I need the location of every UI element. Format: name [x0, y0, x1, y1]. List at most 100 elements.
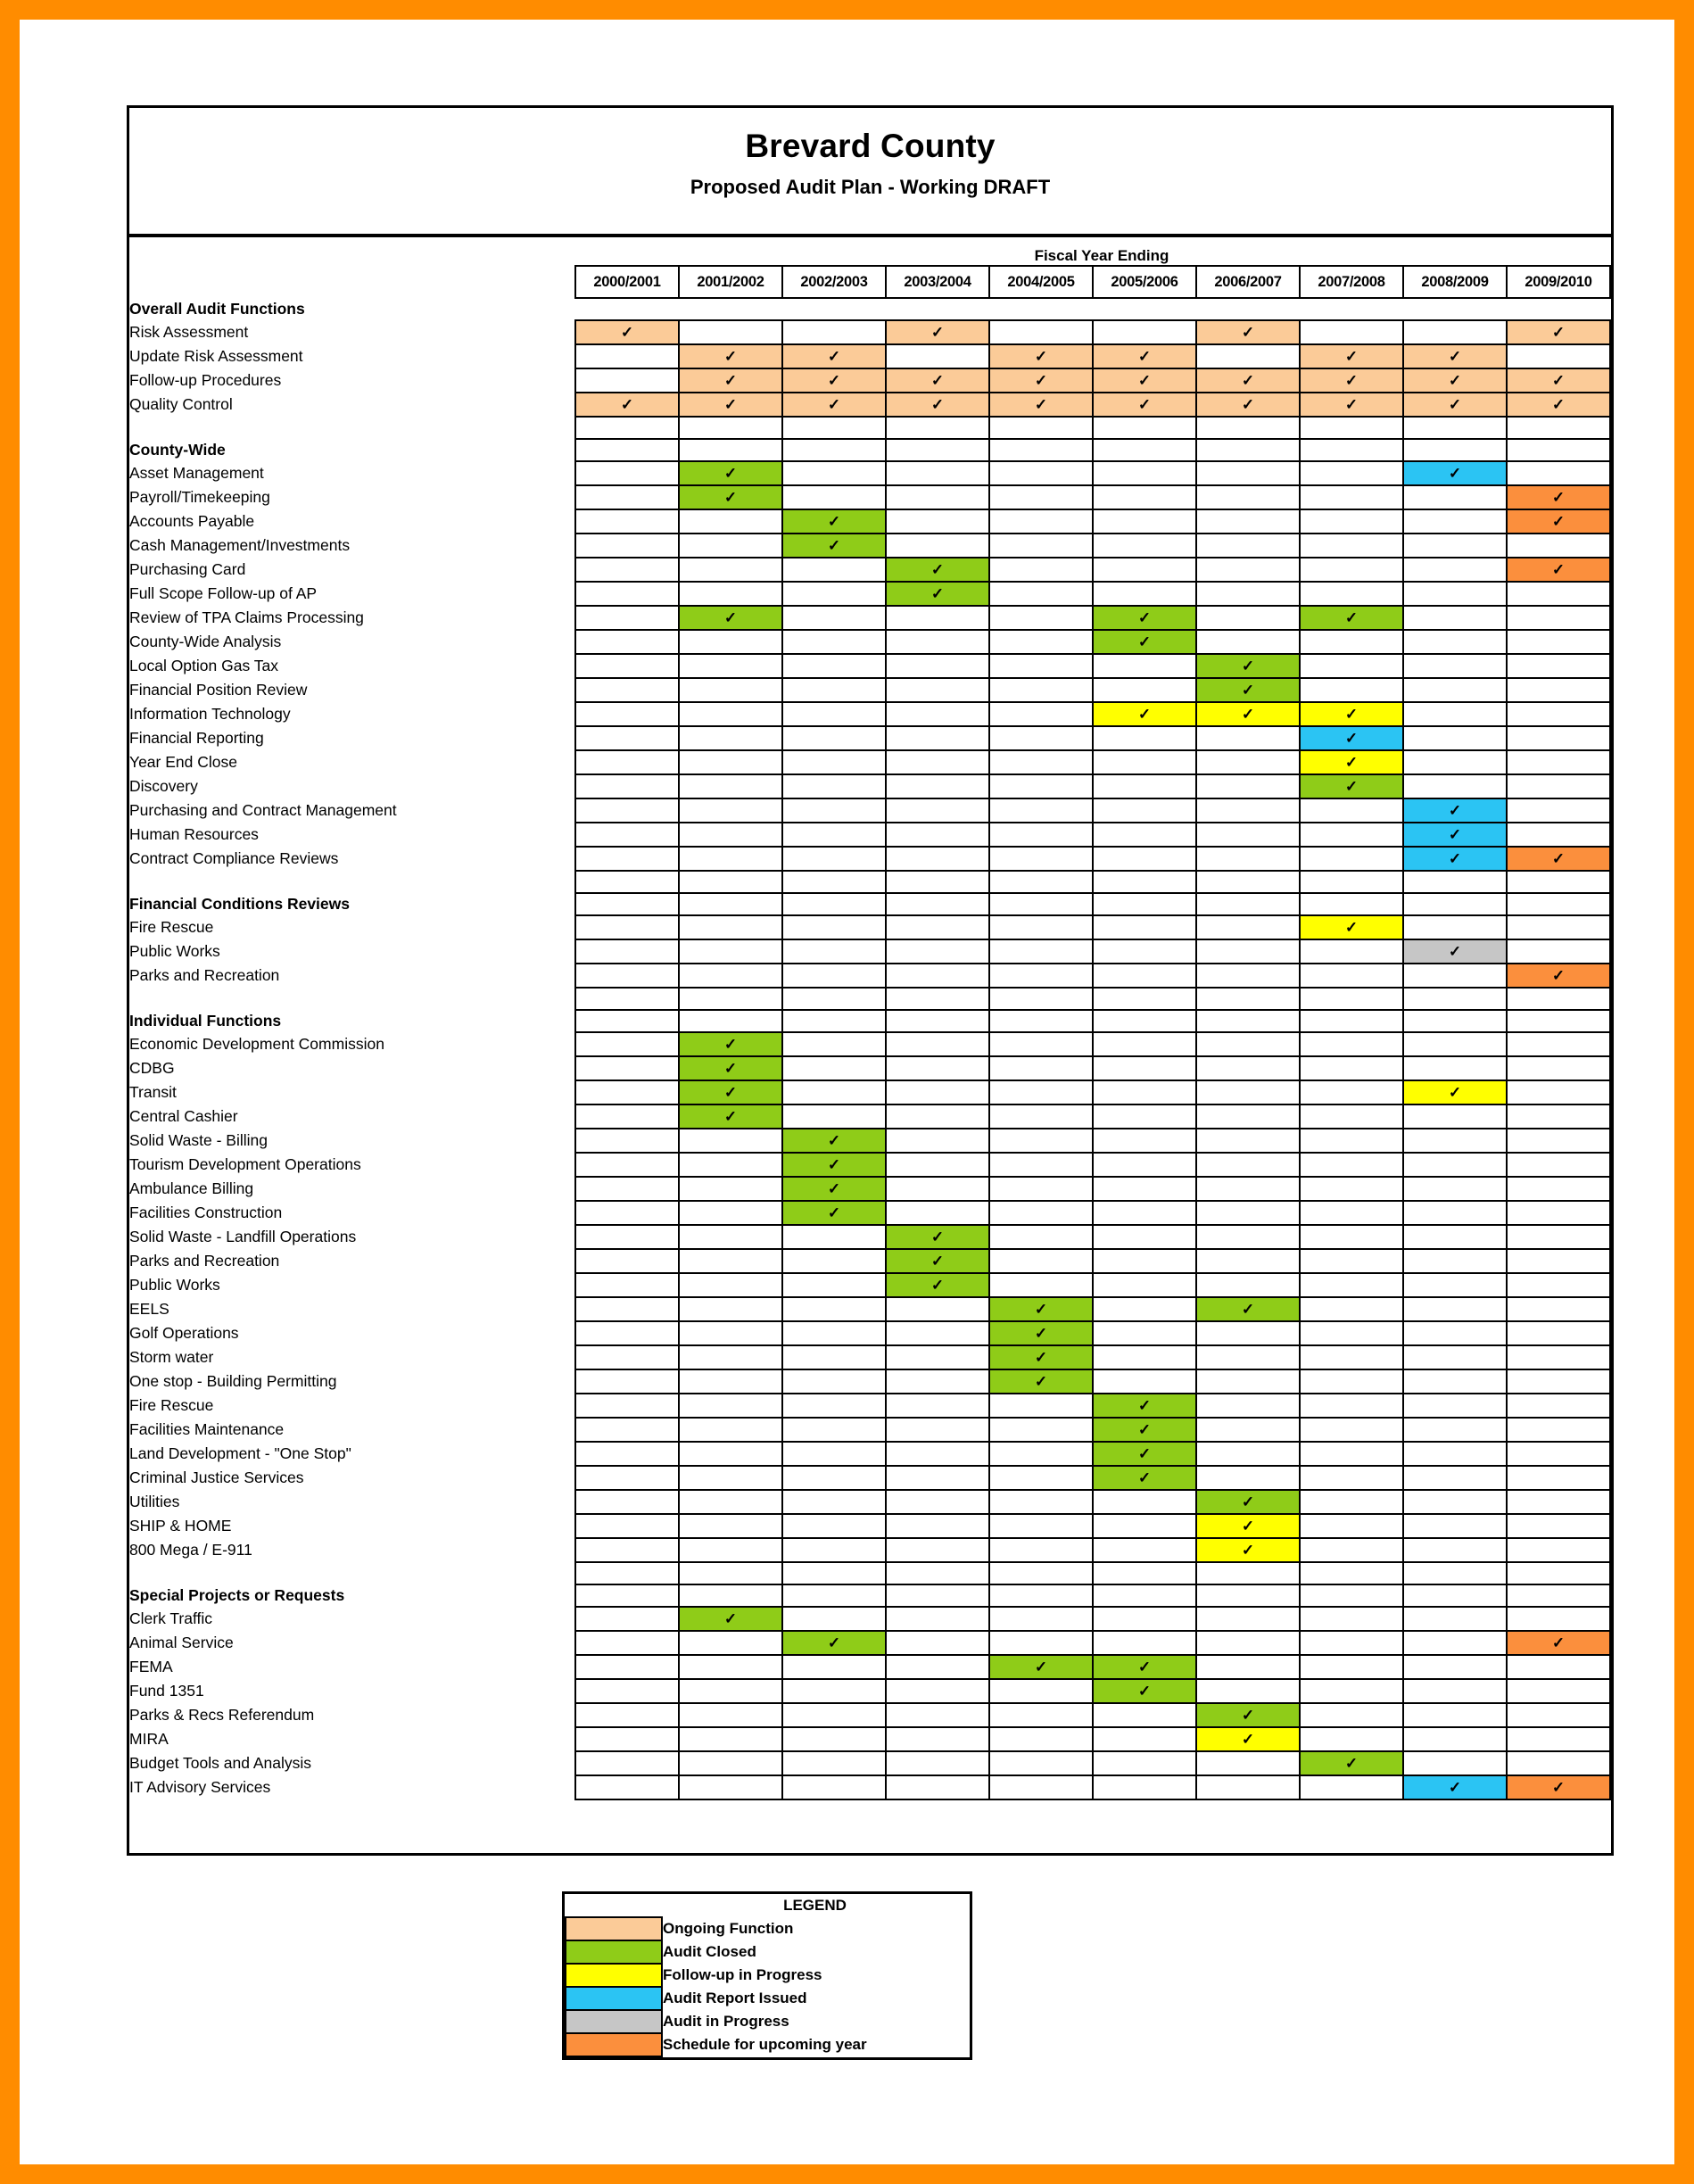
schedule-cell-empty[interactable] — [1402, 1726, 1508, 1752]
schedule-cell-empty[interactable] — [574, 1465, 680, 1491]
schedule-cell-empty[interactable] — [1506, 1417, 1611, 1443]
schedule-cell-empty[interactable] — [1506, 1055, 1611, 1081]
schedule-cell-empty[interactable] — [678, 653, 783, 679]
schedule-cell-empty[interactable] — [1402, 1465, 1508, 1491]
schedule-cell-empty[interactable] — [1506, 1272, 1611, 1298]
schedule-cell-empty[interactable] — [988, 846, 1094, 872]
schedule-cell-empty[interactable] — [1092, 1537, 1197, 1563]
schedule-cell-empty[interactable] — [1299, 822, 1404, 848]
schedule-cell-empty[interactable] — [574, 939, 680, 964]
schedule-cell-empty[interactable] — [988, 1774, 1094, 1800]
schedule-cell-empty[interactable] — [1506, 1726, 1611, 1752]
schedule-cell-empty[interactable] — [678, 1320, 783, 1346]
schedule-cell-empty[interactable] — [1092, 1513, 1197, 1539]
schedule-cell-empty[interactable] — [1195, 533, 1301, 558]
schedule-cell-empty[interactable] — [885, 846, 990, 872]
schedule-cell-empty[interactable] — [885, 1630, 990, 1656]
schedule-cell-empty[interactable] — [1092, 1726, 1197, 1752]
schedule-cell-empty[interactable] — [574, 798, 680, 823]
schedule-cell-empty[interactable] — [1506, 1489, 1611, 1515]
schedule-cell-empty[interactable] — [1092, 1009, 1197, 1033]
schedule-cell-ongoing[interactable]: ✓ — [574, 392, 680, 418]
schedule-cell-empty[interactable] — [781, 987, 887, 1011]
schedule-cell-empty[interactable] — [1195, 1344, 1301, 1370]
schedule-cell-upcoming[interactable]: ✓ — [1506, 1630, 1611, 1656]
schedule-cell-empty[interactable] — [678, 581, 783, 607]
schedule-cell-empty[interactable] — [1299, 1393, 1404, 1419]
schedule-cell-issued[interactable]: ✓ — [1402, 460, 1508, 486]
schedule-cell-empty[interactable] — [1402, 509, 1508, 534]
schedule-cell-empty[interactable] — [988, 319, 1094, 345]
schedule-cell-empty[interactable] — [1092, 438, 1197, 462]
schedule-cell-empty[interactable] — [988, 653, 1094, 679]
schedule-cell-empty[interactable] — [574, 533, 680, 558]
schedule-cell-empty[interactable] — [988, 1678, 1094, 1704]
schedule-cell-empty[interactable] — [781, 416, 887, 440]
schedule-cell-empty[interactable] — [1299, 1513, 1404, 1539]
schedule-cell-empty[interactable] — [1195, 1606, 1301, 1632]
schedule-cell-empty[interactable] — [574, 1104, 680, 1129]
schedule-cell-empty[interactable] — [988, 1152, 1094, 1178]
schedule-cell-empty[interactable] — [574, 1630, 680, 1656]
schedule-cell-empty[interactable] — [574, 368, 680, 393]
schedule-cell-empty[interactable] — [574, 1561, 680, 1585]
schedule-cell-empty[interactable] — [574, 1344, 680, 1370]
schedule-cell-followup[interactable]: ✓ — [1092, 701, 1197, 727]
schedule-cell-empty[interactable] — [1402, 914, 1508, 940]
schedule-cell-empty[interactable] — [988, 1200, 1094, 1226]
schedule-cell-closed[interactable]: ✓ — [1092, 629, 1197, 655]
schedule-cell-empty[interactable] — [988, 484, 1094, 510]
schedule-cell-empty[interactable] — [574, 1441, 680, 1467]
schedule-cell-empty[interactable] — [1402, 1296, 1508, 1322]
schedule-cell-empty[interactable] — [1402, 677, 1508, 703]
schedule-cell-empty[interactable] — [781, 846, 887, 872]
schedule-cell-empty[interactable] — [1092, 1248, 1197, 1274]
schedule-cell-empty[interactable] — [1195, 629, 1301, 655]
schedule-cell-empty[interactable] — [781, 1009, 887, 1033]
schedule-cell-empty[interactable] — [1402, 1055, 1508, 1081]
schedule-cell-empty[interactable] — [1092, 1296, 1197, 1322]
schedule-cell-empty[interactable] — [1092, 533, 1197, 558]
schedule-cell-empty[interactable] — [574, 1513, 680, 1539]
schedule-cell-empty[interactable] — [1092, 963, 1197, 989]
schedule-cell-empty[interactable] — [574, 653, 680, 679]
schedule-cell-ongoing[interactable]: ✓ — [885, 392, 990, 418]
schedule-cell-empty[interactable] — [1402, 1320, 1508, 1346]
schedule-cell-empty[interactable] — [1506, 822, 1611, 848]
schedule-cell-empty[interactable] — [574, 822, 680, 848]
schedule-cell-empty[interactable] — [1402, 533, 1508, 558]
schedule-cell-empty[interactable] — [1092, 653, 1197, 679]
schedule-cell-empty[interactable] — [1195, 1630, 1301, 1656]
schedule-cell-empty[interactable] — [988, 1489, 1094, 1515]
schedule-cell-closed[interactable]: ✓ — [1092, 1417, 1197, 1443]
schedule-cell-empty[interactable] — [1299, 1176, 1404, 1202]
schedule-cell-empty[interactable] — [678, 963, 783, 989]
schedule-cell-empty[interactable] — [1299, 1128, 1404, 1154]
schedule-cell-empty[interactable] — [1299, 892, 1404, 916]
schedule-cell-empty[interactable] — [885, 629, 990, 655]
schedule-cell-closed[interactable]: ✓ — [678, 1031, 783, 1057]
schedule-cell-empty[interactable] — [781, 1750, 887, 1776]
schedule-cell-empty[interactable] — [1299, 1489, 1404, 1515]
schedule-cell-empty[interactable] — [574, 1248, 680, 1274]
schedule-cell-empty[interactable] — [781, 1702, 887, 1728]
schedule-cell-empty[interactable] — [781, 1726, 887, 1752]
schedule-cell-empty[interactable] — [1402, 1606, 1508, 1632]
schedule-cell-empty[interactable] — [1092, 1702, 1197, 1728]
schedule-cell-followup[interactable]: ✓ — [1402, 1080, 1508, 1105]
schedule-cell-empty[interactable] — [1092, 1750, 1197, 1776]
schedule-cell-empty[interactable] — [885, 1176, 990, 1202]
schedule-cell-empty[interactable] — [1299, 1584, 1404, 1608]
schedule-cell-empty[interactable] — [781, 1513, 887, 1539]
schedule-cell-closed[interactable]: ✓ — [1195, 1296, 1301, 1322]
schedule-cell-issued[interactable]: ✓ — [1402, 822, 1508, 848]
schedule-cell-empty[interactable] — [574, 1393, 680, 1419]
schedule-cell-empty[interactable] — [781, 822, 887, 848]
schedule-cell-empty[interactable] — [678, 416, 783, 440]
schedule-cell-ongoing[interactable]: ✓ — [988, 392, 1094, 418]
schedule-cell-empty[interactable] — [678, 1369, 783, 1394]
schedule-cell-empty[interactable] — [988, 1128, 1094, 1154]
schedule-cell-empty[interactable] — [885, 892, 990, 916]
schedule-cell-empty[interactable] — [1299, 846, 1404, 872]
schedule-cell-empty[interactable] — [885, 1584, 990, 1608]
